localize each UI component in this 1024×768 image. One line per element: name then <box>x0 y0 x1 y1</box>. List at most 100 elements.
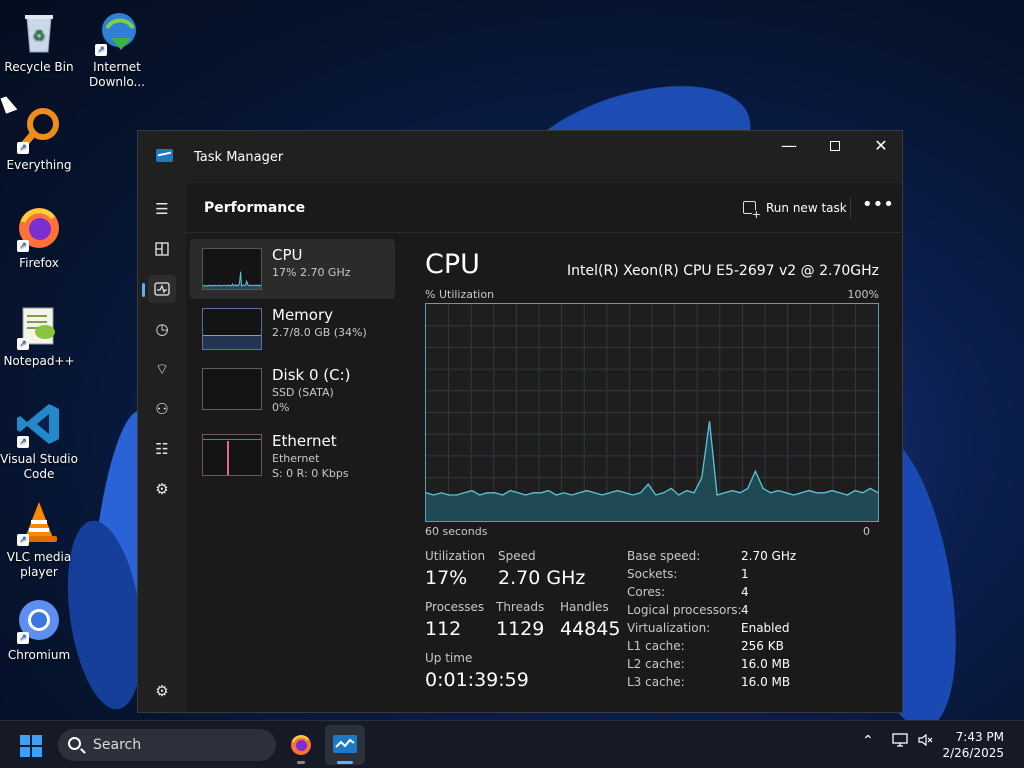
device-name: CPU <box>272 246 303 264</box>
minimize-button[interactable]: — <box>766 131 812 163</box>
network-icon[interactable] <box>892 733 908 751</box>
firefox-icon: ↗ <box>15 204 63 252</box>
device-item-memory[interactable]: Memory 2.7/8.0 GB (34%) <box>190 299 395 359</box>
users-icon: ⚇ <box>155 400 169 418</box>
stat-label: Threads <box>496 600 545 614</box>
spec-label: Base speed: <box>627 549 701 563</box>
nav-app-history[interactable]: ◷ <box>148 315 176 343</box>
shortcut-arrow-icon: ↗ <box>17 338 29 350</box>
vlc-icon: ↗ <box>15 498 63 546</box>
shortcut-arrow-icon: ↗ <box>17 632 29 644</box>
running-indicator <box>297 761 305 764</box>
volume-muted-icon[interactable] <box>918 733 934 751</box>
device-detail: 2.7/8.0 GB (34%) <box>272 326 367 339</box>
close-button[interactable]: ✕ <box>858 131 904 163</box>
details-icon: ☷ <box>155 440 169 458</box>
startup-apps-icon: ⌔ <box>154 360 170 378</box>
chromium-icon: ↗ <box>15 596 63 644</box>
nav-startup-apps[interactable]: ⌔ <box>148 355 176 383</box>
taskbar-app-firefox[interactable] <box>281 725 321 765</box>
taskbar-app-task-manager[interactable] <box>325 725 365 765</box>
desktop-icon-everything[interactable]: ↗ Everything <box>0 106 78 173</box>
desktop-icon-firefox[interactable]: ↗ Firefox <box>0 204 78 271</box>
recycle-bin-icon: ♻ <box>15 8 63 56</box>
nav-services[interactable]: ⚙ <box>148 475 176 503</box>
vscode-icon: ↗ <box>15 400 63 448</box>
nav-rail: ☰ ◷ ⌔ ⚇ ☷ ⚙ ⚙ <box>138 183 186 712</box>
start-button[interactable] <box>20 735 42 757</box>
device-item-disk[interactable]: Disk 0 (C:) SSD (SATA) 0% <box>190 359 395 419</box>
device-detail: Ethernet <box>272 452 320 465</box>
stat-threads: 1129 <box>496 618 545 640</box>
disk-thumbnail-graph <box>202 368 262 410</box>
spec-value: 2.70 GHz <box>741 549 797 563</box>
stat-label: Up time <box>425 651 473 665</box>
graph-y-max: 100% <box>847 288 879 301</box>
desktop-icon-recycle-bin[interactable]: ♻ Recycle Bin <box>0 8 78 75</box>
nav-details[interactable]: ☷ <box>148 435 176 463</box>
title-bar[interactable]: Task Manager — ✕ <box>138 131 902 183</box>
windows-logo-icon <box>20 735 30 745</box>
stat-processes: 112 <box>425 618 462 640</box>
desktop-icon-vlc[interactable]: ↗ VLC media player <box>0 498 78 580</box>
run-new-task-button[interactable]: Run new task <box>766 201 847 215</box>
windows-logo-icon <box>32 747 42 757</box>
graph-y-label: % Utilization <box>425 288 495 301</box>
desktop-icon-chromium[interactable]: ↗ Chromium <box>0 596 78 663</box>
nav-settings[interactable]: ⚙ <box>148 677 176 705</box>
cpu-thumbnail-graph <box>202 248 262 290</box>
everything-search-icon: ↗ <box>15 106 63 154</box>
hamburger-menu-icon[interactable]: ☰ <box>148 195 176 223</box>
spec-label: L3 cache: <box>627 675 685 689</box>
nav-users[interactable]: ⚇ <box>148 395 176 423</box>
clock-date: 2/26/2025 <box>942 746 1004 760</box>
taskbar-search[interactable]: Search <box>58 729 276 761</box>
nav-performance[interactable] <box>142 275 176 303</box>
device-detail: 17% 2.70 GHz <box>272 266 351 279</box>
run-new-task-icon[interactable] <box>743 201 761 220</box>
shortcut-arrow-icon: ↗ <box>17 142 29 154</box>
spec-value: 1 <box>741 567 749 581</box>
divider <box>850 198 851 218</box>
utilization-area <box>203 271 261 289</box>
nav-processes[interactable] <box>148 235 176 263</box>
windows-logo-icon <box>20 747 30 757</box>
spec-value: 16.0 MB <box>741 657 791 671</box>
task-manager-icon <box>333 735 357 753</box>
memory-thumbnail-graph <box>202 308 262 350</box>
more-options-button[interactable]: ••• <box>862 191 894 221</box>
shortcut-arrow-icon: ↗ <box>17 436 29 448</box>
spec-label: Sockets: <box>627 567 678 581</box>
device-detail: S: 0 R: 0 Kbps <box>272 467 349 480</box>
system-clock[interactable]: 7:43 PM 2/26/2025 <box>942 729 1004 761</box>
spec-label: L2 cache: <box>627 657 685 671</box>
device-item-cpu[interactable]: CPU 17% 2.70 GHz <box>190 239 395 299</box>
running-indicator <box>337 761 353 764</box>
performance-page: Performance Run new task ••• CPU 17% 2.7… <box>186 183 902 712</box>
desktop-icon-vscode[interactable]: ↗ Visual Studio Code <box>0 400 78 482</box>
utilization-line <box>203 271 261 287</box>
device-list: CPU 17% 2.70 GHz Memory 2.7/8.0 GB (34%)… <box>190 239 395 485</box>
spec-value: Enabled <box>741 621 790 635</box>
task-manager-icon <box>156 149 173 162</box>
device-name: Memory <box>272 306 334 324</box>
device-item-ethernet[interactable]: Ethernet Ethernet S: 0 R: 0 Kbps <box>190 425 395 485</box>
stat-label: Handles <box>560 600 609 614</box>
ethernet-thumbnail-graph <box>202 434 262 476</box>
stat-handles: 44845 <box>560 618 621 640</box>
window-title: Task Manager <box>194 150 284 165</box>
internet-download-manager-icon: ↗ <box>93 8 141 56</box>
desktop-icon-internet-download-manager[interactable]: ↗ Internet Downlo... <box>78 8 156 90</box>
stat-label: Speed <box>498 549 536 563</box>
show-hidden-icons-chevron-up-icon[interactable]: ⌃ <box>862 733 874 749</box>
shortcut-arrow-icon: ↗ <box>17 240 29 252</box>
desktop-icon-label: Chromium <box>7 648 71 662</box>
device-name: Ethernet <box>272 432 337 450</box>
desktop-icon-label: Everything <box>6 158 72 172</box>
graph-x-end: 0 <box>863 525 870 538</box>
desktop-icon-notepad-plus-plus[interactable]: ↗ Notepad++ <box>0 302 78 369</box>
maximize-button[interactable] <box>812 131 858 163</box>
cpu-model-name: Intel(R) Xeon(R) CPU E5-2697 v2 @ 2.70GH… <box>567 263 879 279</box>
spec-label: Cores: <box>627 585 666 599</box>
page-title: Performance <box>204 200 306 216</box>
